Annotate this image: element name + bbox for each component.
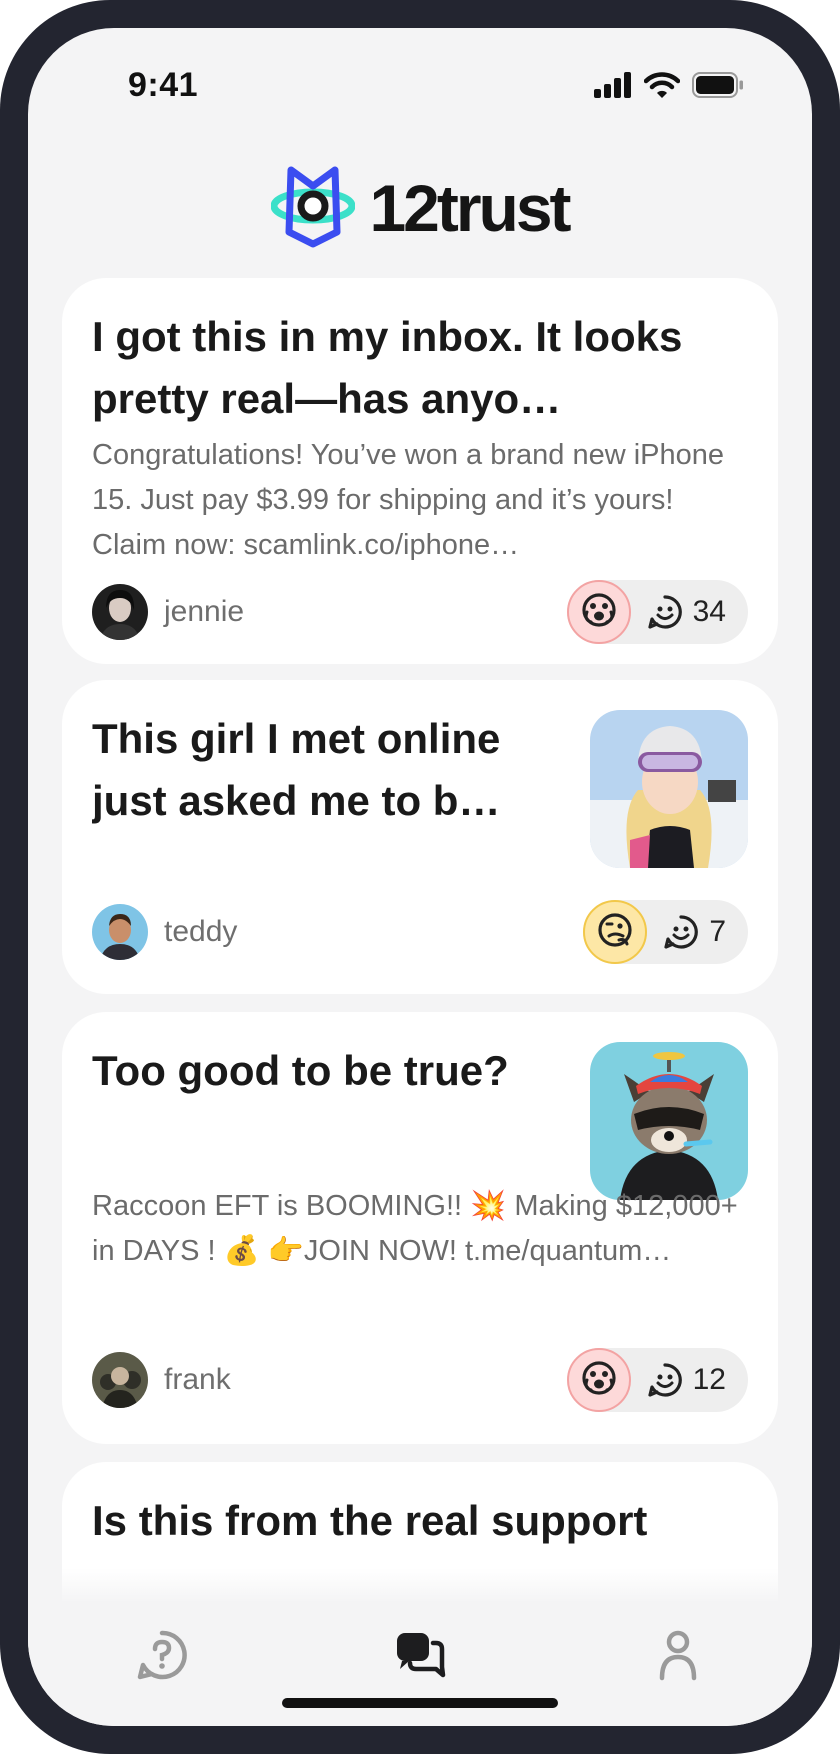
chat-bubbles-icon bbox=[394, 1629, 446, 1686]
phone-frame: 9:41 12trust I got this in my inbox. It … bbox=[0, 0, 840, 1754]
verdict-badge bbox=[566, 580, 631, 644]
smile-icon bbox=[663, 914, 699, 950]
reaction-pill[interactable]: 7 bbox=[583, 900, 748, 964]
post-card[interactable]: I got this in my inbox. It looks pretty … bbox=[62, 278, 778, 664]
avatar bbox=[92, 904, 148, 960]
smile-icon bbox=[647, 594, 683, 630]
post-title: Is this from the real support bbox=[92, 1497, 648, 1544]
logo-icon bbox=[270, 164, 356, 253]
nav-questions-button[interactable] bbox=[132, 1627, 192, 1687]
post-title: This girl I met online just asked me to … bbox=[92, 715, 501, 824]
post-author[interactable]: jennie bbox=[92, 584, 244, 640]
post-title: Too good to be true? bbox=[92, 1047, 509, 1094]
feed-fade bbox=[62, 1568, 778, 1604]
post-author[interactable]: teddy bbox=[92, 904, 237, 960]
post-title: I got this in my inbox. It looks pretty … bbox=[92, 313, 683, 422]
avatar bbox=[92, 584, 148, 640]
reaction-count: 7 bbox=[709, 915, 726, 948]
app-screen: 9:41 12trust I got this in my inbox. It … bbox=[28, 28, 812, 1726]
author-name: frank bbox=[164, 1363, 231, 1396]
avatar bbox=[92, 1352, 148, 1408]
reaction-pill[interactable]: 12 bbox=[566, 1348, 748, 1412]
post-image bbox=[590, 1042, 748, 1200]
home-indicator bbox=[282, 1698, 558, 1708]
status-time: 9:41 bbox=[128, 66, 199, 104]
post-body: Raccoon EFT is BOOMING!! 💥 Making $12,00… bbox=[92, 1190, 738, 1267]
post-feed[interactable]: I got this in my inbox. It looks pretty … bbox=[62, 278, 778, 1601]
post-card[interactable]: This girl I met online just asked me to … bbox=[62, 680, 778, 994]
reaction-pill[interactable]: 34 bbox=[566, 580, 748, 644]
question-icon bbox=[136, 1629, 188, 1686]
status-icons bbox=[594, 72, 744, 103]
verdict-badge bbox=[583, 900, 648, 964]
scared-face-icon bbox=[581, 1360, 617, 1401]
battery-icon bbox=[692, 72, 744, 103]
post-image bbox=[590, 710, 748, 868]
cellular-signal-icon bbox=[594, 72, 632, 103]
thinking-face-icon bbox=[597, 912, 633, 953]
reaction-count: 34 bbox=[692, 595, 726, 628]
status-bar: 9:41 bbox=[28, 28, 812, 148]
scared-face-icon bbox=[581, 592, 617, 633]
app-name: 12trust bbox=[369, 171, 571, 245]
nav-feed-button[interactable] bbox=[390, 1627, 450, 1687]
post-author[interactable]: frank bbox=[92, 1352, 231, 1408]
verdict-badge bbox=[566, 1348, 631, 1412]
nav-profile-button[interactable] bbox=[648, 1627, 708, 1687]
smile-icon bbox=[647, 1362, 683, 1398]
post-card[interactable]: Too good to be true? Raccoon EFT is BOOM… bbox=[62, 1012, 778, 1444]
profile-icon bbox=[652, 1629, 704, 1686]
post-body: Congratulations! You’ve won a brand new … bbox=[92, 439, 725, 561]
wifi-icon bbox=[643, 72, 681, 103]
reaction-count: 12 bbox=[692, 1363, 726, 1396]
app-header: 12trust bbox=[28, 158, 812, 258]
author-name: jennie bbox=[164, 595, 245, 628]
author-name: teddy bbox=[164, 915, 238, 948]
